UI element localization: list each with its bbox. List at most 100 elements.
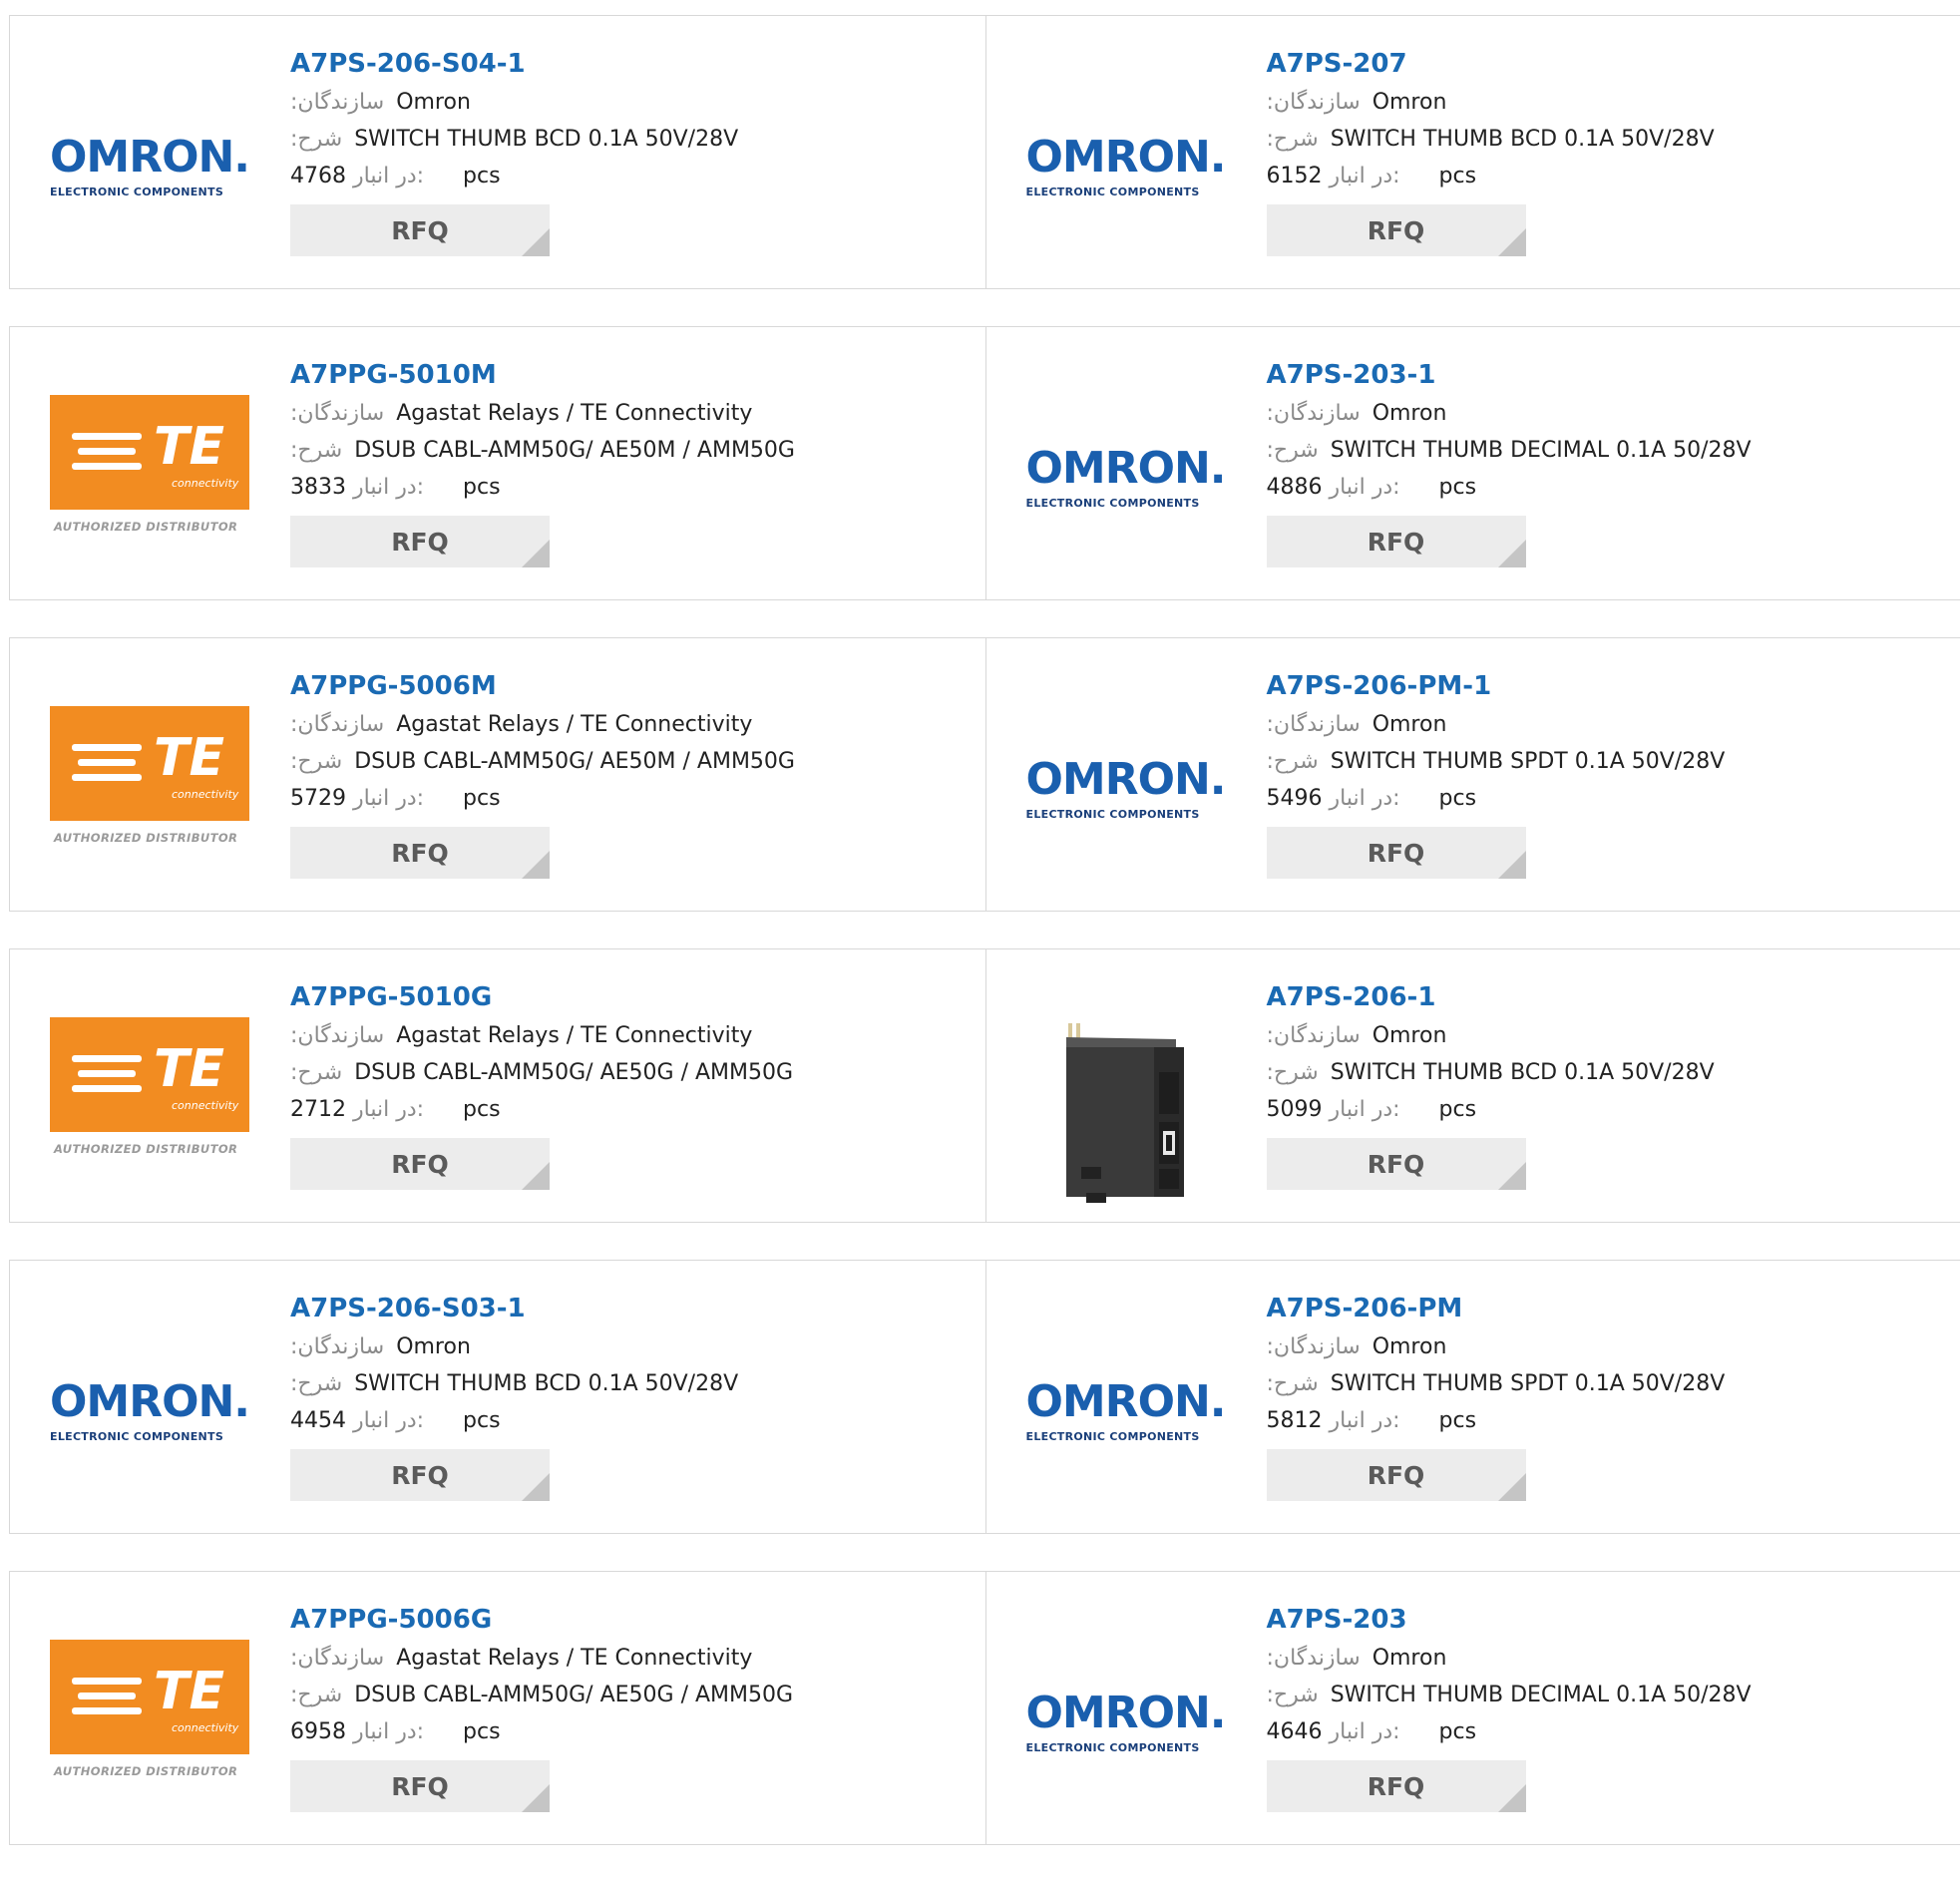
- rfq-button[interactable]: RFQ: [290, 1760, 550, 1812]
- manufacturer-logo: OMRON. ELECTRONIC COMPONENTS: [50, 84, 249, 233]
- part-number-link[interactable]: A7PS-206-1: [1267, 977, 1905, 1017]
- product-info: A7PPG-5006G :سازندگانAgastat Relays / TE…: [290, 1600, 929, 1812]
- manufacturer-line: :سازندگانOmron: [1267, 1328, 1905, 1365]
- product-info: A7PPG-5010G :سازندگان Agastat Relays / TE…: [290, 977, 929, 1190]
- part-number-link[interactable]: A7PS-206-S03-1: [290, 1289, 929, 1328]
- te-logo-word: TE: [154, 728, 224, 788]
- stock-label: در انبار:: [353, 164, 424, 188]
- manufacturer-line: :سازندگانOmron: [1267, 84, 1905, 121]
- te-logo-bars-icon: [72, 1055, 142, 1100]
- description-line: :شرحSWITCH THUMB BCD 0.1A 50V/28V: [1267, 121, 1905, 158]
- rfq-button[interactable]: RFQ: [290, 516, 550, 567]
- stock-unit: pcs: [1439, 164, 1477, 188]
- omron-logo-subtitle: ELECTRONIC COMPONENTS: [1026, 808, 1200, 821]
- stock-line: 5729 در انبار: pcs: [290, 780, 929, 817]
- rfq-label: RFQ: [1368, 1772, 1425, 1801]
- manufacturer-value: Omron: [1372, 1334, 1447, 1359]
- product-row: OMRON. ELECTRONIC COMPONENTS A7PS-206-S0…: [9, 1260, 1960, 1534]
- stock-line: 4454 در انبار: pcs: [290, 1402, 929, 1439]
- te-logo-background: TE connectivity: [50, 706, 249, 821]
- rfq-button[interactable]: RFQ: [1267, 516, 1526, 567]
- authorized-distributor-label: AUTHORIZED DISTRIBUTOR: [54, 520, 237, 534]
- part-number-link[interactable]: A7PPG-5010G: [290, 977, 929, 1017]
- description-value: SWITCH THUMB DECIMAL 0.1A 50/28V: [1331, 1683, 1752, 1707]
- rfq-label: RFQ: [391, 528, 449, 557]
- part-number-link[interactable]: A7PS-206-PM-1: [1267, 666, 1905, 706]
- part-number-link[interactable]: A7PS-203: [1267, 1600, 1905, 1640]
- omron-logo: OMRON. ELECTRONIC COMPONENTS: [1026, 1328, 1226, 1478]
- manufacturer-value: Agastat Relays / TE Connectivity: [396, 1646, 752, 1671]
- rfq-button[interactable]: RFQ: [290, 1449, 550, 1501]
- description-value: DSUB CABL-AMM50G/ AE50M / AMM50G: [354, 438, 795, 463]
- stock-unit: pcs: [1439, 475, 1477, 500]
- part-number-link[interactable]: A7PS-203-1: [1267, 355, 1905, 395]
- description-line: :شرحSWITCH THUMB SPDT 0.1A 50V/28V: [1267, 743, 1905, 780]
- product-row: TE connectivity AUTHORIZED DISTRIBUTOR A…: [9, 326, 1960, 600]
- description-line: :شرحSWITCH THUMB DECIMAL 0.1A 50/28V: [1267, 1677, 1905, 1713]
- part-number-link[interactable]: A7PS-206-S04-1: [290, 44, 929, 84]
- manufacturer-value: Agastat Relays / TE Connectivity: [396, 401, 752, 426]
- rfq-button[interactable]: RFQ: [290, 1138, 550, 1190]
- description-label: :شرح: [290, 1060, 342, 1085]
- manufacturer-value: Omron: [1372, 1646, 1447, 1671]
- rfq-corner-decoration: [522, 1473, 550, 1501]
- rfq-corner-decoration: [522, 1162, 550, 1190]
- te-logo-background: TE connectivity: [50, 1017, 249, 1132]
- stock-line: 4646 در انبار: pcs: [1267, 1713, 1905, 1750]
- stock-label: در انبار:: [1330, 1719, 1400, 1744]
- rfq-button[interactable]: RFQ: [290, 204, 550, 256]
- te-connectivity-logo: TE connectivity AUTHORIZED DISTRIBUTOR: [50, 395, 249, 545]
- description-line: :شرحSWITCH THUMB BCD 0.1A 50V/28V: [1267, 1054, 1905, 1091]
- te-logo-word: TE: [154, 1662, 224, 1721]
- rfq-button[interactable]: RFQ: [1267, 1449, 1526, 1501]
- description-value: DSUB CABL-AMM50G/ AE50G / AMM50G: [354, 1683, 793, 1707]
- stock-unit: pcs: [1439, 786, 1477, 811]
- rfq-button[interactable]: RFQ: [290, 827, 550, 879]
- stock-quantity: 5496: [1267, 786, 1323, 811]
- product-info: A7PS-203 :سازندگانOmron :شرحSWITCH THUMB…: [1267, 1600, 1905, 1812]
- rfq-button[interactable]: RFQ: [1267, 827, 1526, 879]
- description-value: SWITCH THUMB BCD 0.1A 50V/28V: [1331, 127, 1715, 152]
- rfq-button[interactable]: RFQ: [1267, 1138, 1526, 1190]
- part-number-link[interactable]: A7PS-207: [1267, 44, 1905, 84]
- product-row: TE connectivity AUTHORIZED DISTRIBUTOR A…: [9, 1571, 1960, 1845]
- authorized-distributor-label: AUTHORIZED DISTRIBUTOR: [54, 1142, 237, 1156]
- omron-logo-subtitle: ELECTRONIC COMPONENTS: [1026, 186, 1200, 198]
- part-number-link[interactable]: A7PS-206-PM: [1267, 1289, 1905, 1328]
- description-label: :شرح: [290, 438, 342, 463]
- part-number-link[interactable]: A7PPG-5006G: [290, 1600, 929, 1640]
- part-number-link[interactable]: A7PPG-5006M: [290, 666, 929, 706]
- stock-quantity: 6152: [1267, 164, 1323, 188]
- description-value: SWITCH THUMB SPDT 0.1A 50V/28V: [1331, 1371, 1726, 1396]
- stock-line: 6958 در انبار: pcs: [290, 1713, 929, 1750]
- manufacturer-logo: OMRON. ELECTRONIC COMPONENTS: [1026, 395, 1226, 545]
- manufacturer-value: Omron: [1372, 1023, 1447, 1048]
- stock-label: در انبار:: [1330, 475, 1400, 500]
- manufacturer-value: Agastat Relays / TE Connectivity: [396, 1023, 752, 1048]
- manufacturer-label: :سازندگان: [290, 90, 384, 115]
- stock-unit: pcs: [1439, 1097, 1477, 1122]
- te-logo-subtitle: connectivity: [172, 477, 238, 490]
- description-value: SWITCH THUMB BCD 0.1A 50V/28V: [354, 1371, 738, 1396]
- rfq-button[interactable]: RFQ: [1267, 1760, 1526, 1812]
- part-number-link[interactable]: A7PPG-5010M: [290, 355, 929, 395]
- rfq-button[interactable]: RFQ: [1267, 204, 1526, 256]
- product-card: A7PS-206-1 :سازندگانOmron :شرحSWITCH THU…: [985, 949, 1960, 1222]
- te-connectivity-logo: TE connectivity AUTHORIZED DISTRIBUTOR: [50, 1017, 249, 1167]
- stock-label: در انبار:: [1330, 786, 1400, 811]
- description-value: DSUB CABL-AMM50G/ AE50G / AMM50G: [354, 1060, 793, 1085]
- stock-line: 5496 در انبار: pcs: [1267, 780, 1905, 817]
- rfq-label: RFQ: [391, 1772, 449, 1801]
- rfq-corner-decoration: [1498, 851, 1526, 879]
- manufacturer-value: Agastat Relays / TE Connectivity: [396, 712, 752, 737]
- rfq-corner-decoration: [522, 228, 550, 256]
- description-line: :شرحSWITCH THUMB SPDT 0.1A 50V/28V: [1267, 1365, 1905, 1402]
- manufacturer-line: :سازندگانAgastat Relays / TE Connectivit…: [290, 706, 929, 743]
- product-card: OMRON. ELECTRONIC COMPONENTS A7PS-203-1 …: [985, 327, 1960, 599]
- manufacturer-logo: OMRON. ELECTRONIC COMPONENTS: [1026, 706, 1226, 856]
- rfq-label: RFQ: [1368, 216, 1425, 245]
- te-logo-word: TE: [154, 417, 224, 477]
- rfq-corner-decoration: [522, 540, 550, 567]
- manufacturer-label: :سازندگان: [290, 1023, 384, 1048]
- product-card: OMRON. ELECTRONIC COMPONENTS A7PS-203 :س…: [985, 1572, 1960, 1844]
